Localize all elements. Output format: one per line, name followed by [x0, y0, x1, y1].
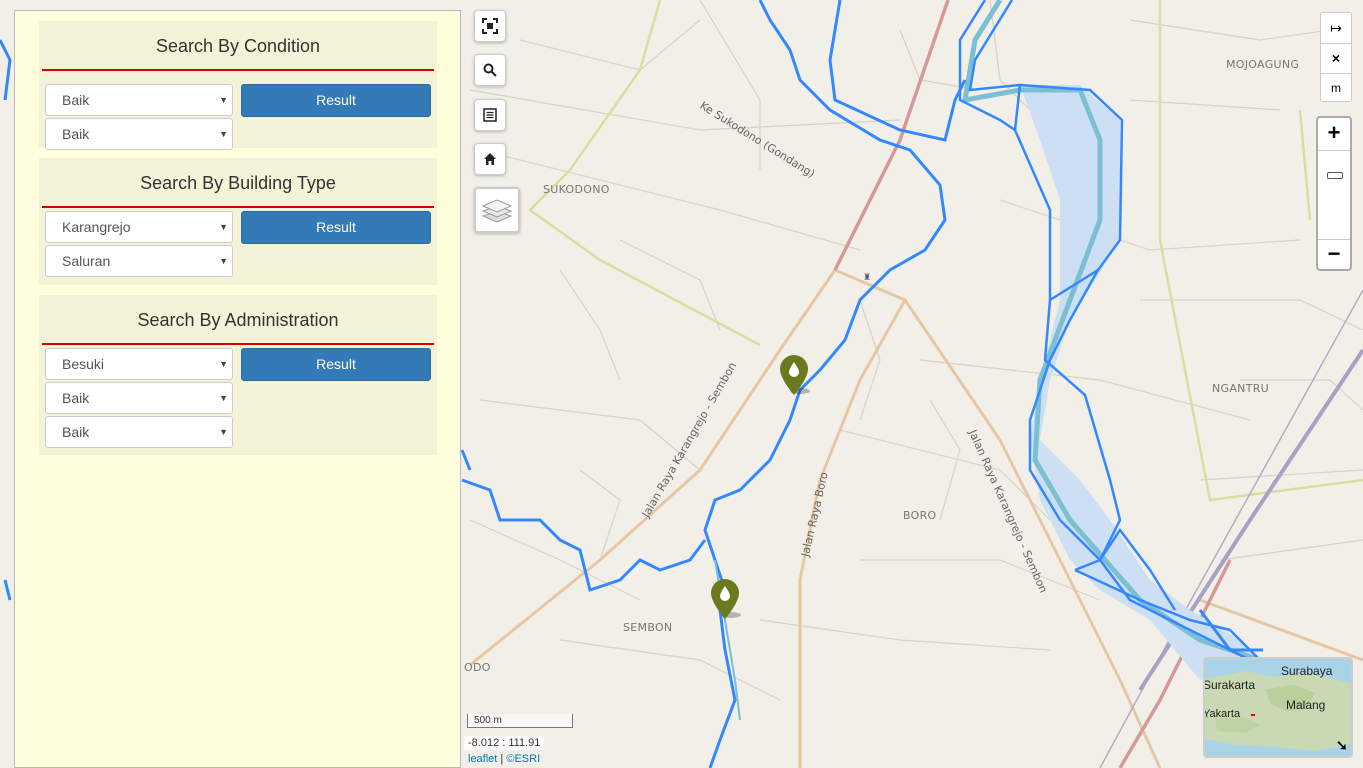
zoom-slider[interactable] — [1318, 151, 1350, 239]
measure-control: ↦ × m — [1320, 12, 1352, 102]
attribution: leaflet | ©ESRI — [468, 753, 540, 765]
zoom-slider-knob[interactable] — [1327, 172, 1343, 179]
water-marker-icon[interactable] — [778, 353, 812, 397]
section-title-building-type: Search By Building Type — [42, 158, 434, 208]
search-icon — [483, 63, 497, 77]
condition-select-1[interactable]: Baik ▼ — [45, 84, 233, 116]
zoom-in-button[interactable]: + — [1318, 118, 1350, 151]
section-building-type: Search By Building Type Karangrejo ▼ Salu… — [39, 158, 437, 285]
section-administration: Search By Administration Besuki ▼ Baik ▼ B… — [39, 295, 437, 455]
home-button[interactable] — [474, 143, 506, 175]
place-label-mojoagung: MOJOAGUNG — [1226, 58, 1300, 71]
water-marker-icon[interactable] — [709, 577, 743, 621]
place-label-sembon: SEMBON — [623, 621, 673, 634]
building-type-select-2[interactable]: Saluran ▼ — [45, 245, 233, 277]
place-label-boro: BORO — [903, 509, 937, 522]
administration-select-1[interactable]: Besuki ▼ — [45, 348, 233, 380]
measure-unit-button[interactable]: m — [1321, 74, 1351, 103]
search-button[interactable] — [474, 54, 506, 86]
layers-icon — [482, 199, 512, 223]
minimap-label-malang: Malang — [1286, 698, 1326, 712]
section-title-administration: Search By Administration — [42, 295, 434, 345]
fullscreen-icon — [482, 18, 498, 34]
select-value: Baik — [62, 424, 90, 440]
building-type-select-1[interactable]: Karangrejo ▼ — [45, 211, 233, 243]
select-value: Karangrejo — [62, 219, 131, 235]
condition-select-2[interactable]: Baik ▼ — [45, 118, 233, 150]
search-panel: Search By Condition Baik ▼ Baik ▼ Result S… — [14, 10, 461, 768]
select-value: Baik — [62, 390, 90, 406]
list-button[interactable] — [474, 99, 506, 131]
dropdown-arrow-icon: ▼ — [219, 129, 228, 139]
minimap-label-yakarta: Yakarta — [1203, 708, 1241, 720]
minimap[interactable]: Surabaya Surakarta Malang Yakarta ➘ — [1203, 657, 1353, 758]
measure-clear-button[interactable]: × — [1321, 44, 1351, 74]
administration-select-3[interactable]: Baik ▼ — [45, 416, 233, 448]
zoom-control: + − — [1316, 116, 1352, 271]
minimap-viewport-indicator — [1251, 714, 1255, 716]
administration-select-2[interactable]: Baik ▼ — [45, 382, 233, 414]
section-condition: Search By Condition Baik ▼ Baik ▼ Result — [39, 21, 437, 150]
place-label-ngantru: NGANTRU — [1212, 382, 1270, 395]
select-value: Saluran — [62, 253, 111, 269]
minimap-label-surabaya: Surabaya — [1281, 664, 1333, 678]
dropdown-arrow-icon: ▼ — [219, 95, 228, 105]
esri-link[interactable]: ©ESRI — [506, 753, 540, 765]
dropdown-arrow-icon: ▼ — [219, 393, 228, 403]
minimap-label-surakarta: Surakarta — [1203, 678, 1256, 692]
leaflet-link[interactable]: leaflet — [468, 753, 497, 765]
administration-result-button[interactable]: Result — [241, 348, 431, 381]
place-label-sukodono: SUKODONO — [543, 183, 610, 196]
dropdown-arrow-icon: ▼ — [219, 256, 228, 266]
home-icon — [484, 153, 496, 165]
minimap-toggle-icon[interactable]: ➘ — [1336, 737, 1348, 754]
building-type-result-button[interactable]: Result — [241, 211, 431, 244]
dropdown-arrow-icon: ▼ — [219, 222, 228, 232]
select-value: Baik — [62, 126, 90, 142]
mouse-coordinates: -8.012 : 111.91 — [464, 736, 545, 750]
fullscreen-button[interactable] — [474, 10, 506, 42]
place-label-odo: ODO — [464, 661, 491, 674]
attribution-separator: | — [497, 753, 507, 765]
dropdown-arrow-icon: ▼ — [219, 427, 228, 437]
select-value: Baik — [62, 92, 90, 108]
poi-icon: ♜ — [863, 272, 872, 282]
layers-button[interactable] — [474, 187, 520, 233]
scale-bar: 500 m — [467, 714, 573, 728]
list-icon — [483, 108, 497, 122]
dropdown-arrow-icon: ▼ — [219, 359, 228, 369]
section-title-condition: Search By Condition — [42, 21, 434, 71]
condition-result-button[interactable]: Result — [241, 84, 431, 117]
zoom-out-button[interactable]: − — [1318, 239, 1350, 270]
select-value: Besuki — [62, 356, 105, 372]
measure-distance-button[interactable]: ↦ — [1321, 13, 1351, 44]
